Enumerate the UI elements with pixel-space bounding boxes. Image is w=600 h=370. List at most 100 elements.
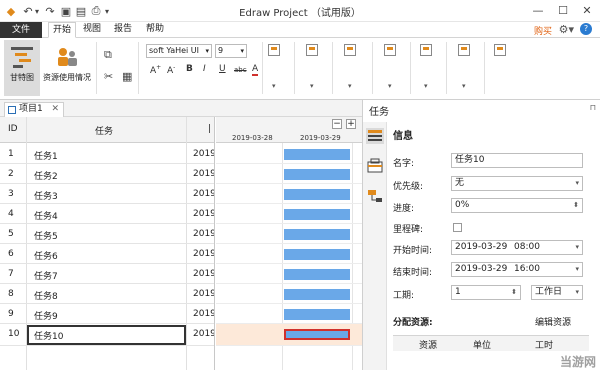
gantt-bar[interactable]: [284, 149, 350, 160]
resource-tab-icon[interactable]: [366, 158, 384, 174]
chevron-down-icon[interactable]: ▾: [424, 82, 428, 90]
minimize-button[interactable]: —: [527, 2, 549, 20]
font-name-select[interactable]: soft YaHei UI ▾: [146, 44, 212, 58]
table-row[interactable]: 7 任务7 2019: [0, 264, 214, 284]
chevron-down-icon[interactable]: ▾: [272, 82, 276, 90]
start-datetime-picker[interactable]: 2019-03-29 08:00 ▾: [451, 240, 583, 255]
table-row[interactable]: 8 任务8 2019: [0, 284, 214, 304]
gantt-bar[interactable]: [284, 309, 350, 320]
gantt-view-button[interactable]: 甘特图: [4, 40, 40, 96]
ribbon-group-1-icon[interactable]: [268, 44, 280, 56]
gantt-bar[interactable]: [284, 229, 350, 240]
progress-stepper[interactable]: 0% ⬍: [451, 198, 583, 213]
row-task-name[interactable]: 任务8: [34, 289, 58, 302]
row-task-name[interactable]: 任务2: [34, 169, 58, 182]
tab-report[interactable]: 报告: [110, 22, 136, 38]
gantt-bar[interactable]: [284, 249, 350, 260]
chevron-down-icon[interactable]: ▾: [388, 82, 392, 90]
column-header-resource[interactable]: 资源: [419, 338, 437, 351]
table-row-selected[interactable]: 10 任务10 2019: [0, 324, 214, 346]
table-row[interactable]: 3 任务3 2019: [0, 184, 214, 204]
table-row[interactable]: 4 任务4 2019: [0, 204, 214, 224]
gantt-bar[interactable]: [284, 269, 350, 280]
pin-icon[interactable]: ⊓: [590, 103, 596, 112]
column-header-unit[interactable]: 单位: [473, 338, 491, 351]
row-start[interactable]: 2019: [193, 249, 214, 259]
row-start[interactable]: 2019: [193, 309, 214, 319]
row-start[interactable]: 2019: [193, 329, 214, 339]
strikethrough-button[interactable]: abc: [234, 66, 247, 74]
close-button[interactable]: ✕: [576, 2, 598, 20]
info-tab-icon[interactable]: [366, 128, 384, 144]
settings-gear-icon[interactable]: ⚙▾: [559, 23, 574, 36]
table-row[interactable]: 5 任务5 2019: [0, 224, 214, 244]
column-header-hours[interactable]: 工时: [535, 338, 553, 351]
ribbon-group-6-icon[interactable]: [458, 44, 470, 56]
spin-arrows-icon[interactable]: ⬍: [511, 286, 517, 299]
copy-icon[interactable]: ⧉: [104, 48, 112, 62]
row-start[interactable]: 2019: [193, 169, 214, 179]
table-row[interactable]: 6 任务6 2019: [0, 244, 214, 264]
table-row[interactable]: 1 任务1 2019: [0, 144, 214, 164]
row-start[interactable]: 2019: [193, 229, 214, 239]
font-size-select[interactable]: 9 ▾: [215, 44, 247, 58]
row-start[interactable]: 2019: [193, 149, 214, 159]
zoom-in-button[interactable]: +: [346, 119, 356, 129]
row-task-name[interactable]: 任务4: [34, 209, 58, 222]
maximize-button[interactable]: ☐: [552, 2, 574, 20]
row-task-name[interactable]: 任务7: [34, 269, 58, 282]
chevron-down-icon[interactable]: ▾: [310, 82, 314, 90]
chevron-down-icon[interactable]: ▾: [462, 82, 466, 90]
cut-icon[interactable]: ✂: [104, 70, 113, 83]
underline-button[interactable]: U: [219, 64, 226, 74]
milestone-checkbox[interactable]: [453, 223, 462, 232]
grow-font-button[interactable]: A+: [150, 64, 161, 76]
row-start[interactable]: 2019: [193, 289, 214, 299]
menu-file[interactable]: 文件: [0, 22, 42, 38]
row-task-name[interactable]: 任务3: [34, 189, 58, 202]
row-task-name[interactable]: 任务1: [34, 149, 58, 162]
table-row[interactable]: 9 任务9 2019: [0, 304, 214, 324]
tab-home[interactable]: 开始: [48, 22, 76, 38]
font-color-button[interactable]: A: [252, 64, 259, 76]
row-start[interactable]: 2019: [193, 209, 214, 219]
help-icon[interactable]: ?: [580, 23, 592, 35]
gantt-bar-selected[interactable]: [284, 329, 350, 340]
edit-resources-link[interactable]: 编辑资源: [535, 315, 571, 328]
link-tab-icon[interactable]: [366, 188, 384, 204]
italic-button[interactable]: I: [203, 64, 206, 74]
chevron-down-icon[interactable]: ▾: [348, 82, 352, 90]
row-start[interactable]: 2019: [193, 189, 214, 199]
zoom-out-button[interactable]: −: [332, 119, 342, 129]
name-field[interactable]: 任务10: [451, 153, 583, 168]
duration-unit-select[interactable]: 工作日 ▾: [531, 285, 583, 300]
end-datetime-picker[interactable]: 2019-03-29 16:00 ▾: [451, 262, 583, 277]
ribbon-group-4-icon[interactable]: [384, 44, 396, 56]
bold-button[interactable]: B: [186, 64, 193, 74]
spin-arrows-icon[interactable]: ⬍: [573, 199, 579, 212]
table-row[interactable]: 2 任务2 2019: [0, 164, 214, 184]
column-header-start[interactable]: |: [208, 124, 211, 134]
ribbon-group-2-icon[interactable]: [306, 44, 318, 56]
row-task-name[interactable]: 任务5: [34, 229, 58, 242]
close-tab-icon[interactable]: ✕: [51, 103, 59, 116]
resource-usage-button[interactable]: 资源使用情况: [41, 40, 93, 96]
document-tab[interactable]: 项目1 ✕: [4, 102, 64, 117]
tab-view[interactable]: 视图: [80, 22, 104, 38]
shrink-font-button[interactable]: A-: [167, 64, 175, 76]
column-header-task[interactable]: 任务: [95, 124, 113, 137]
priority-select[interactable]: 无 ▾: [451, 176, 583, 191]
gantt-bar[interactable]: [284, 209, 350, 220]
ribbon-group-7-icon[interactable]: [494, 44, 506, 56]
gantt-bar[interactable]: [284, 289, 350, 300]
gantt-bar[interactable]: [284, 189, 350, 200]
row-task-name[interactable]: 任务6: [34, 249, 58, 262]
paste-icon[interactable]: ▦: [122, 70, 132, 83]
duration-stepper[interactable]: 1 ⬍: [451, 285, 521, 300]
gantt-bar[interactable]: [284, 169, 350, 180]
buy-link[interactable]: 购买: [534, 24, 552, 37]
row-task-name[interactable]: 任务10: [34, 329, 63, 342]
ribbon-group-5-icon[interactable]: [420, 44, 432, 56]
row-start[interactable]: 2019: [193, 269, 214, 279]
tab-help[interactable]: 帮助: [142, 22, 168, 38]
